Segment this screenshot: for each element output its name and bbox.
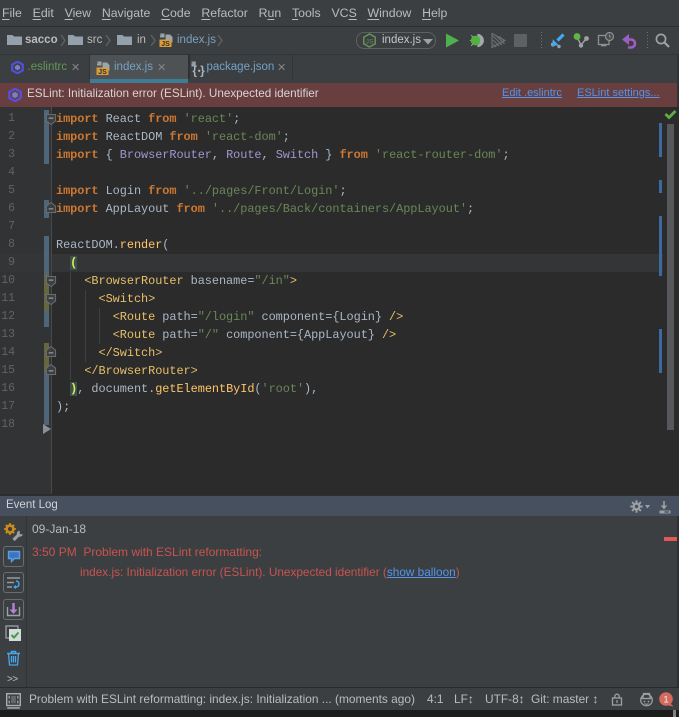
svg-text:JS: JS (161, 41, 170, 48)
svg-text:{: { (193, 66, 198, 78)
svg-text:1: 1 (663, 694, 668, 705)
svg-text:JS: JS (366, 38, 374, 45)
svg-text:JS: JS (98, 69, 107, 76)
svg-text:}: } (200, 66, 205, 78)
